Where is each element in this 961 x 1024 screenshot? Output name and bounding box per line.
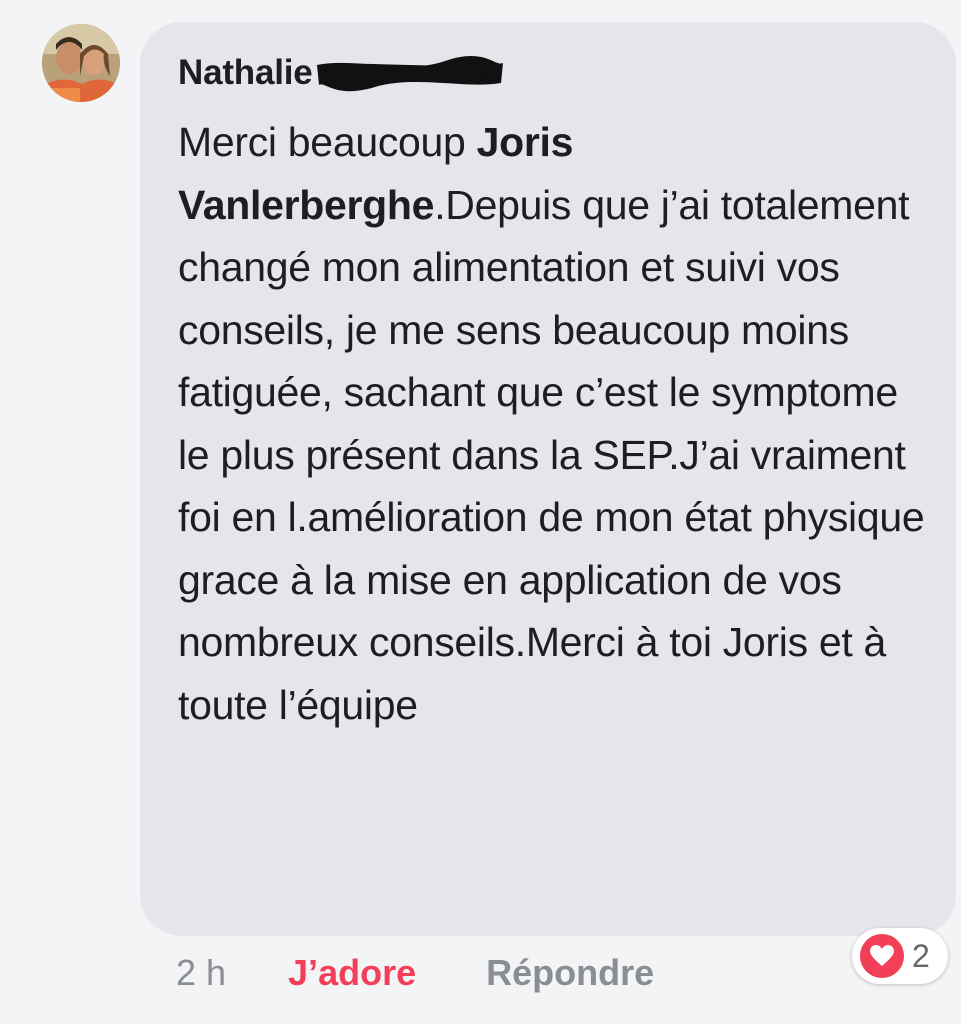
comment-text: Merci beaucoup Joris Vanlerberghe.Depuis… — [178, 111, 938, 736]
author-row: Nathalie — [178, 48, 505, 98]
reaction-summary[interactable]: 2 — [852, 928, 948, 984]
timestamp[interactable]: 2 h — [176, 952, 226, 994]
comment-bubble: Nathalie Merci beaucoup Joris Vanlerberg… — [140, 22, 956, 936]
comment-text-body: .Depuis que j’ai totalement changé mon a… — [178, 181, 925, 728]
comment-screen: Nathalie Merci beaucoup Joris Vanlerberg… — [0, 0, 961, 1024]
comment-text-intro: Merci beaucoup — [178, 119, 477, 165]
comment-actions: 2 h J’adore Répondre — [176, 948, 654, 998]
avatar[interactable] — [42, 24, 120, 102]
author-name[interactable]: Nathalie — [178, 53, 313, 93]
avatar-photo — [42, 24, 120, 102]
reply-button[interactable]: Répondre — [486, 952, 654, 994]
redaction-scribble — [316, 55, 503, 92]
reaction-count: 2 — [912, 937, 930, 974]
love-reaction-button[interactable]: J’adore — [288, 952, 416, 994]
heart-icon — [860, 934, 904, 978]
